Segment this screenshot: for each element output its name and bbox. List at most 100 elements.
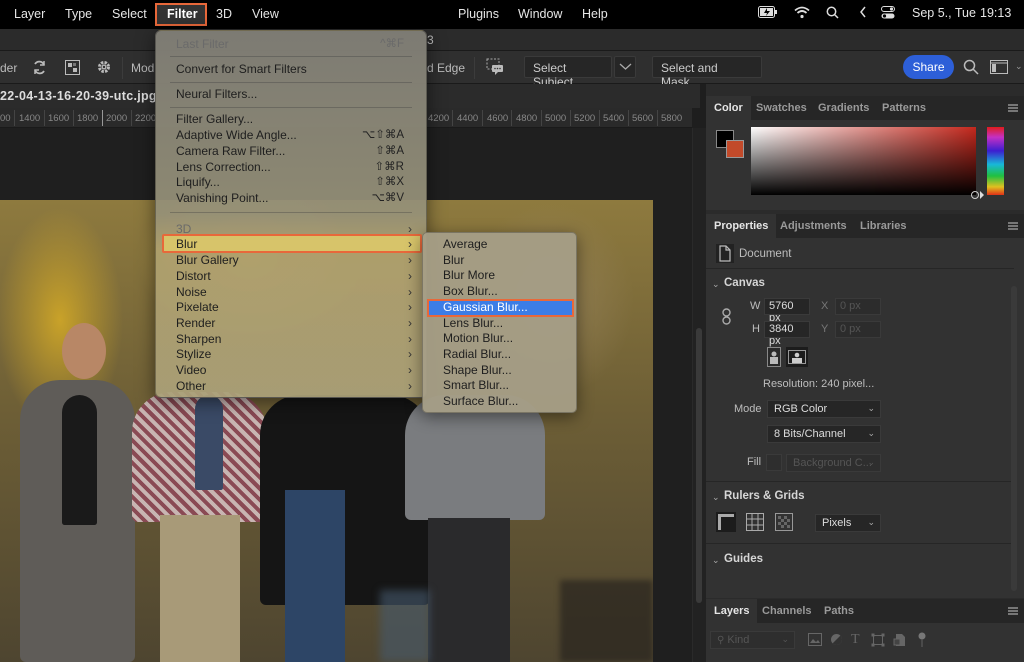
submenu-item-lens-blur[interactable]: Lens Blur...: [443, 315, 503, 331]
menu-type[interactable]: Type: [65, 7, 92, 21]
canvas-width-input[interactable]: 5760 px: [764, 298, 810, 324]
rulers-grids-section-title[interactable]: Rulers & Grids: [724, 490, 805, 502]
menu-plugins[interactable]: Plugins: [458, 7, 499, 21]
clock-time[interactable]: 19:13: [980, 6, 1011, 20]
tab-properties[interactable]: Properties: [706, 214, 777, 238]
clock-date[interactable]: Sep 5., Tue: [912, 6, 976, 20]
color-mode-select[interactable]: RGB Color ⌄: [767, 400, 881, 418]
ruler-toggle-icon[interactable]: [716, 512, 736, 535]
workspace-layout-icon[interactable]: [990, 60, 1008, 77]
smart-object-filter-icon[interactable]: [893, 633, 906, 650]
menu-select[interactable]: Select: [112, 7, 147, 21]
search-icon[interactable]: [963, 59, 979, 78]
submenu-item-average[interactable]: Average: [443, 236, 487, 252]
quick-selection-comment-icon[interactable]: [486, 58, 504, 79]
select-subject-dropdown[interactable]: [614, 56, 636, 78]
ruler-units-select[interactable]: Pixels ⌄: [815, 514, 881, 532]
link-dimensions-icon[interactable]: [721, 308, 733, 328]
control-center-icon[interactable]: [881, 6, 895, 22]
menu-help[interactable]: Help: [582, 7, 608, 21]
chevron-left-icon[interactable]: [859, 6, 867, 21]
submenu-item-shape-blur[interactable]: Shape Blur...: [443, 362, 512, 378]
shape-layer-filter-icon[interactable]: [871, 633, 885, 650]
menu-layer[interactable]: Layer: [14, 7, 45, 21]
menu-item-blur[interactable]: Blur ›: [176, 236, 412, 252]
landscape-orientation-icon[interactable]: [786, 347, 808, 370]
menu-item-video[interactable]: Video ›: [176, 362, 412, 378]
background-color-swatch[interactable]: [726, 140, 744, 158]
submenu-item-blur-more[interactable]: Blur More: [443, 267, 495, 283]
chevron-down-icon[interactable]: ⌄: [712, 279, 720, 290]
canvas-section-title[interactable]: Canvas: [724, 277, 765, 289]
panel-menu-icon[interactable]: [1008, 607, 1018, 615]
menu-filter[interactable]: Filter: [167, 7, 198, 21]
edge-label[interactable]: d Edge: [427, 61, 465, 75]
submenu-item-radial-blur[interactable]: Radial Blur...: [443, 346, 511, 362]
tab-paths[interactable]: Paths: [816, 599, 862, 623]
wifi-icon[interactable]: [794, 6, 810, 22]
submenu-item-motion-blur[interactable]: Motion Blur...: [443, 330, 513, 346]
menu-item-other[interactable]: Other ›: [176, 378, 412, 394]
grid-toggle-icon[interactable]: [746, 513, 764, 534]
color-field[interactable]: [751, 127, 976, 195]
adjustment-layer-filter-icon[interactable]: [830, 633, 843, 649]
workspace-chevron-icon[interactable]: ⌄: [1015, 61, 1023, 72]
submenu-item-blur[interactable]: Blur: [443, 252, 464, 268]
submenu-item-gaussian-blur[interactable]: Gaussian Blur...: [443, 299, 528, 315]
menu-window[interactable]: Window: [518, 7, 562, 21]
submenu-item-box-blur[interactable]: Box Blur...: [443, 283, 498, 299]
select-and-mask-button[interactable]: Select and Mask...: [652, 56, 762, 89]
panel-menu-icon[interactable]: [1008, 222, 1018, 230]
menu-item-render[interactable]: Render ›: [176, 315, 412, 331]
canvas-height-input[interactable]: 3840 px: [764, 321, 810, 347]
tab-swatches[interactable]: Swatches: [748, 96, 815, 120]
spotlight-search-icon[interactable]: [826, 6, 839, 22]
chevron-down-icon[interactable]: ⌄: [712, 492, 720, 503]
menu-item-sharpen[interactable]: Sharpen ›: [176, 331, 412, 347]
menu-item-filter-gallery[interactable]: Filter Gallery...: [176, 111, 412, 127]
menu-item-convert-smart-filters[interactable]: Convert for Smart Filters: [176, 61, 412, 77]
pixel-layer-filter-icon[interactable]: [808, 633, 822, 649]
submenu-item-surface-blur[interactable]: Surface Blur...: [443, 393, 518, 409]
menu-item-camera-raw-filter[interactable]: Camera Raw Filter... ⇧⌘A: [176, 143, 412, 159]
type-layer-filter-icon[interactable]: T: [851, 632, 860, 648]
menu-item-blur-gallery[interactable]: Blur Gallery ›: [176, 252, 412, 268]
menu-item-vanishing-point[interactable]: Vanishing Point... ⌥⌘V: [176, 190, 412, 206]
canvas-x-input[interactable]: 0 px: [835, 298, 881, 315]
tab-adjustments[interactable]: Adjustments: [772, 214, 855, 238]
canvas-vertical-scrollbar[interactable]: [692, 128, 706, 662]
menu-item-noise[interactable]: Noise ›: [176, 284, 412, 300]
share-button[interactable]: Share: [903, 55, 954, 79]
menu-item-pixelate[interactable]: Pixelate ›: [176, 299, 412, 315]
panel-menu-icon[interactable]: [1008, 104, 1018, 112]
select-subject-button[interactable]: Select Subject: [524, 56, 612, 89]
menu-3d[interactable]: 3D: [216, 7, 232, 21]
menu-item-adaptive-wide-angle[interactable]: Adaptive Wide Angle... ⌥⇧⌘A: [176, 127, 412, 143]
menu-item-lens-correction[interactable]: Lens Correction... ⇧⌘R: [176, 159, 412, 175]
tab-gradients[interactable]: Gradients: [810, 96, 877, 120]
tab-color[interactable]: Color: [706, 96, 751, 120]
filter-toggle-pin-icon[interactable]: [917, 632, 927, 651]
menu-item-liquify[interactable]: Liquify... ⇧⌘X: [176, 174, 412, 190]
tab-patterns[interactable]: Patterns: [874, 96, 934, 120]
battery-icon[interactable]: [758, 6, 778, 21]
bit-depth-select[interactable]: 8 Bits/Channel ⌄: [767, 425, 881, 443]
submenu-item-smart-blur[interactable]: Smart Blur...: [443, 377, 509, 393]
tab-channels[interactable]: Channels: [754, 599, 820, 623]
layer-kind-filter[interactable]: ⚲ Kind ⌄: [710, 631, 795, 649]
pixel-grid-toggle-icon[interactable]: [775, 513, 793, 534]
tab-layers[interactable]: Layers: [706, 599, 758, 623]
hue-slider[interactable]: [987, 127, 1004, 195]
canvas-y-input[interactable]: 0 px: [835, 321, 881, 338]
tab-libraries[interactable]: Libraries: [852, 214, 914, 238]
menu-item-stylize[interactable]: Stylize ›: [176, 346, 412, 362]
portrait-orientation-icon[interactable]: [766, 347, 782, 370]
properties-scrollbar[interactable]: [1011, 286, 1017, 591]
menu-item-neural-filters[interactable]: Neural Filters...: [176, 86, 412, 102]
sample-grid-icon[interactable]: [65, 60, 80, 78]
chevron-down-icon[interactable]: ⌄: [712, 555, 720, 566]
gear-icon[interactable]: [96, 59, 112, 78]
fill-color-swatch[interactable]: [766, 454, 782, 471]
guides-section-title[interactable]: Guides: [724, 553, 763, 565]
fill-select[interactable]: Background C... ⌄: [786, 454, 881, 472]
